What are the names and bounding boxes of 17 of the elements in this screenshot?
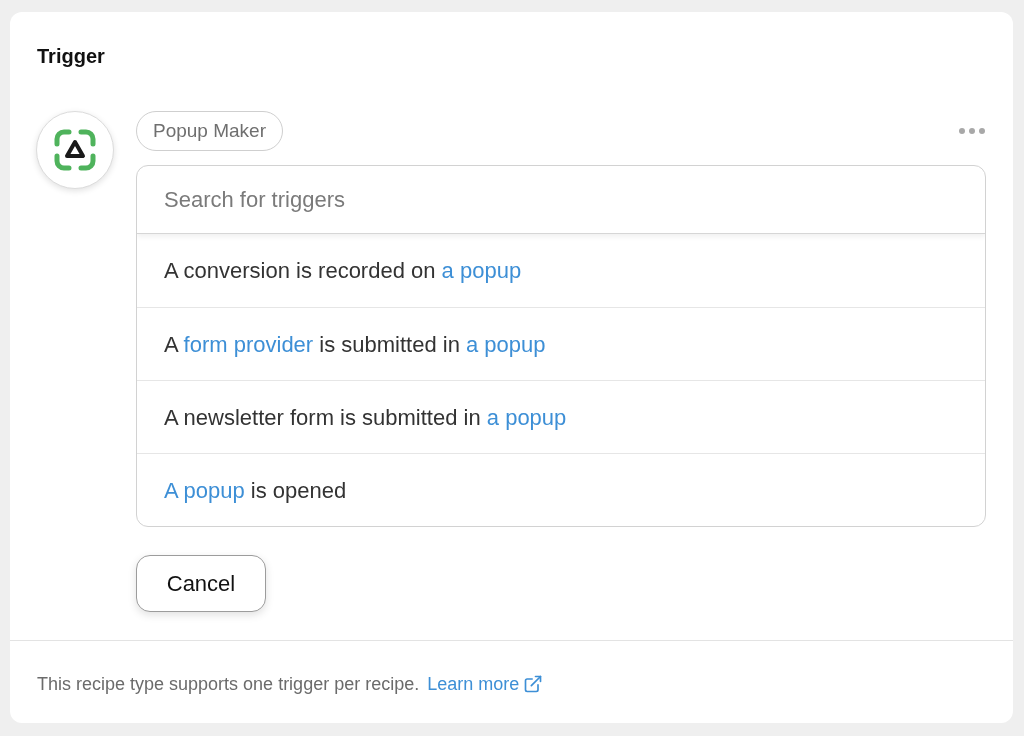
token-link[interactable]: a popup — [486, 404, 567, 430]
trigger-option[interactable]: A popup is opened — [137, 453, 985, 526]
token-link[interactable]: a popup — [466, 331, 546, 357]
more-options-icon[interactable] — [959, 127, 985, 135]
cancel-button[interactable]: Cancel — [136, 555, 266, 612]
learn-more-link[interactable]: Learn more — [427, 671, 544, 697]
token-link[interactable]: a popup — [441, 258, 522, 283]
integration-logo-icon — [36, 111, 114, 189]
search-field[interactable]: Search for triggers — [137, 166, 985, 233]
token-link[interactable]: A popup — [164, 477, 245, 503]
trigger-option[interactable]: A newsletter form is submitted in a popup — [137, 380, 985, 453]
trigger-option[interactable]: A form provider is submitted in a popup — [137, 307, 985, 380]
panel-title: Trigger — [37, 44, 106, 68]
trigger-option[interactable]: A conversion is recorded on a popup — [137, 234, 985, 307]
token-link[interactable]: form provider — [183, 331, 314, 357]
external-link-icon — [523, 674, 544, 694]
footer-note: This recipe type supports one trigger per recipe. — [37, 673, 420, 696]
